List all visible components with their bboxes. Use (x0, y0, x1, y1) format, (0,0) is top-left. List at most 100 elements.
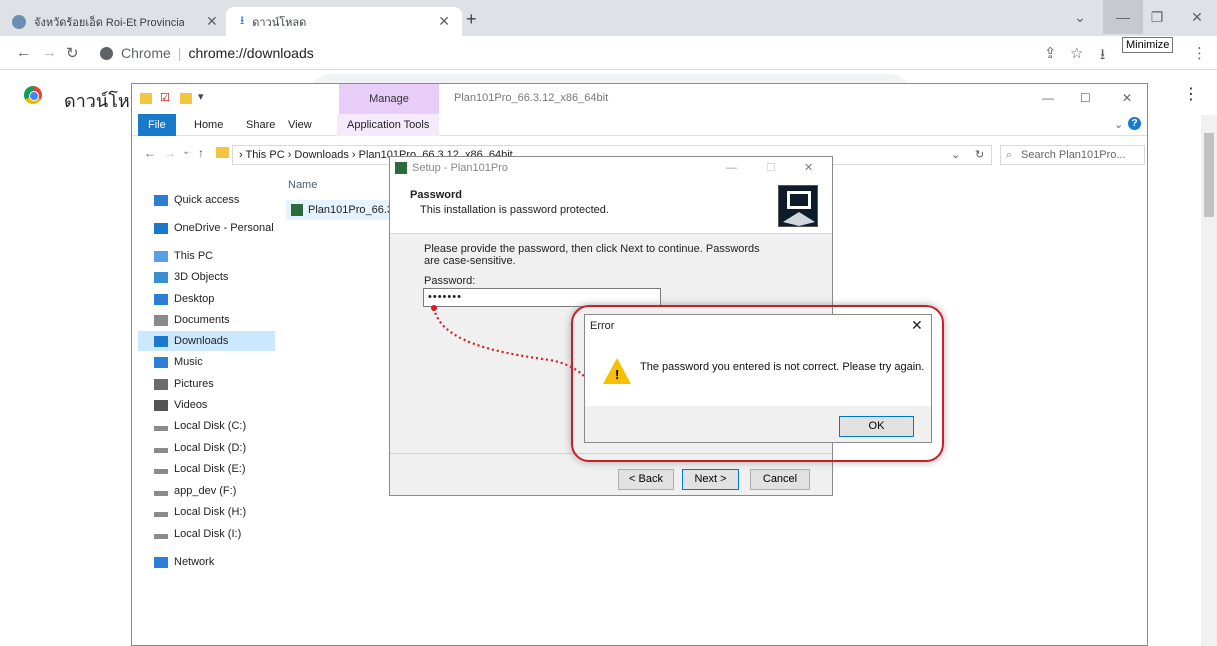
more-icon[interactable]: ⋮ (1192, 44, 1207, 62)
close-tab-icon[interactable]: ✕ (206, 13, 222, 30)
address-bar[interactable]: Chrome | chrome://downloads (100, 41, 1100, 65)
file-row[interactable]: Plan101Pro_66.3.12_x86_64bit (286, 200, 390, 220)
help-icon[interactable]: ? (1128, 117, 1141, 130)
folder-icon (140, 93, 152, 104)
nav-item-label: Network (174, 556, 215, 568)
nav-item-music[interactable]: Music (154, 352, 203, 372)
forward-icon[interactable]: → (42, 44, 57, 61)
setup-instructions: Please provide the password, then click … (424, 243, 760, 267)
ribbon-tabs: File Home Share View Application Tools ⌄… (132, 114, 1147, 136)
nav-item-quick-access[interactable]: Quick access (154, 190, 239, 210)
back-icon[interactable]: ← (16, 44, 31, 61)
nav-item-local-disk-i[interactable]: Local Disk (I:) (154, 524, 241, 544)
cloud-icon (154, 222, 168, 234)
refresh-icon[interactable]: ↻ (975, 146, 984, 164)
close-icon[interactable]: ✕ (804, 157, 813, 179)
expand-ribbon-icon[interactable]: ⌄ (1114, 118, 1123, 131)
maximize-icon[interactable]: ☐ (766, 157, 776, 179)
page-title: ดาวน์โห (64, 91, 130, 111)
minimize-icon[interactable]: — (1042, 91, 1054, 105)
new-tab-icon[interactable]: + (466, 9, 477, 30)
ribbon-tab-file[interactable]: File (138, 114, 176, 136)
close-icon[interactable]: ✕ (1122, 91, 1132, 105)
nav-item-documents[interactable]: Documents (154, 310, 230, 330)
nav-item-label: Documents (174, 314, 230, 326)
drive-icon (154, 490, 168, 496)
forward-icon[interactable]: → (164, 146, 176, 160)
restore-icon[interactable]: ❐ (1137, 0, 1177, 34)
cancel-button[interactable]: Cancel (750, 469, 810, 490)
error-dialog: Error ✕ ! The password you entered is no… (584, 314, 932, 443)
chrome-logo-icon (100, 46, 113, 60)
desktop-icon (154, 293, 168, 305)
browser-toolbar: ← → ↻ Chrome | chrome://downloads ⇪ ☆ ⭳ … (0, 36, 1217, 70)
properties-icon[interactable]: ☑ (160, 91, 170, 104)
drive-icon (154, 425, 168, 431)
nav-item-local-disk-c[interactable]: Local Disk (C:) (154, 416, 246, 436)
back-icon[interactable]: ← (144, 146, 156, 160)
recent-locations-icon[interactable]: ⌄ (182, 146, 190, 157)
chevron-down-icon[interactable]: ⌄ (1060, 0, 1100, 34)
nav-item-label: Local Disk (I:) (174, 528, 242, 540)
ribbon-tab-view[interactable]: View (278, 114, 322, 136)
nav-item-3d-objects[interactable]: 3D Objects (154, 267, 228, 287)
cube-icon (154, 271, 168, 283)
chevron-down-icon[interactable]: ⌄ (951, 146, 960, 164)
site-favicon-icon (12, 14, 26, 29)
nav-item-local-disk-h[interactable]: Local Disk (H:) (154, 502, 246, 522)
nav-item-app-dev-f[interactable]: app_dev (F:) (154, 481, 236, 501)
maximize-icon[interactable]: ☐ (1080, 91, 1091, 105)
nav-item-label: Downloads (174, 335, 229, 347)
nav-item-this-pc[interactable]: This PC (154, 246, 213, 266)
download-icon (154, 335, 168, 347)
nav-item-desktop[interactable]: Desktop (154, 289, 214, 309)
share-icon[interactable]: ⇪ (1044, 44, 1057, 62)
ribbon-tab-home[interactable]: Home (184, 114, 233, 136)
url-path: chrome://downloads (188, 45, 314, 61)
search-placeholder: Search Plan101Pro... (1021, 149, 1126, 161)
setup-app-icon (395, 162, 407, 174)
nav-item-local-disk-d[interactable]: Local Disk (D:) (154, 438, 246, 458)
nav-item-downloads[interactable]: Downloads (138, 331, 275, 351)
error-body: ! The password you entered is not correc… (585, 337, 931, 406)
url-site: Chrome (121, 45, 171, 61)
drive-icon (154, 447, 168, 453)
tab-downloads[interactable]: ⭳ ดาวน์โหลด ✕ (226, 7, 462, 36)
tab-roi-et[interactable]: จังหวัดร้อยเอ็ด Roi-Et Provincial ✕ (12, 7, 222, 36)
reload-icon[interactable]: ↻ (66, 44, 79, 62)
music-icon (154, 356, 168, 368)
nav-item-network[interactable]: Network (154, 552, 214, 572)
close-icon[interactable]: ✕ (911, 317, 923, 334)
explorer-search-input[interactable]: ⌕ Search Plan101Pro... (1000, 145, 1145, 165)
ribbon-tab-application-tools[interactable]: Application Tools (337, 114, 440, 136)
close-icon[interactable]: ✕ (1177, 0, 1217, 34)
setup-heading: Password (410, 189, 462, 201)
download-icon[interactable]: ⭳ (1100, 44, 1105, 69)
explorer-title: Plan101Pro_66.3.12_x86_64bit (454, 92, 609, 104)
quick-access-dropdown-icon[interactable]: ▾ (198, 90, 204, 103)
next-button[interactable]: Next > (682, 469, 739, 490)
network-icon (154, 556, 168, 568)
star-icon[interactable]: ☆ (1070, 44, 1083, 62)
column-header-name[interactable]: Name (288, 179, 317, 191)
close-tab-icon[interactable]: ✕ (438, 13, 450, 30)
nav-item-label: Local Disk (E:) (174, 463, 246, 475)
nav-item-onedrive-personal[interactable]: OneDrive - Personal (154, 218, 274, 238)
setup-subheading: This installation is password protected. (420, 204, 609, 216)
nav-item-label: Quick access (174, 194, 240, 206)
minimize-icon[interactable]: — (726, 157, 737, 179)
manage-tab-header[interactable]: Manage (339, 84, 439, 114)
back-button[interactable]: < Back (618, 469, 674, 490)
nav-item-pictures[interactable]: Pictures (154, 374, 214, 394)
nav-item-local-disk-e[interactable]: Local Disk (E:) (154, 459, 246, 479)
nav-item-videos[interactable]: Videos (154, 395, 207, 415)
drive-icon (154, 533, 168, 539)
ok-button[interactable]: OK (839, 416, 914, 437)
up-icon[interactable]: ↑ (198, 146, 204, 160)
page-scrollbar[interactable] (1201, 115, 1217, 646)
search-icon: ⌕ (1006, 149, 1013, 161)
nav-item-label: app_dev (F:) (174, 485, 237, 497)
scrollbar-thumb[interactable] (1204, 133, 1214, 217)
new-folder-icon[interactable] (180, 93, 192, 104)
more-icon[interactable]: ⋮ (1183, 84, 1199, 104)
